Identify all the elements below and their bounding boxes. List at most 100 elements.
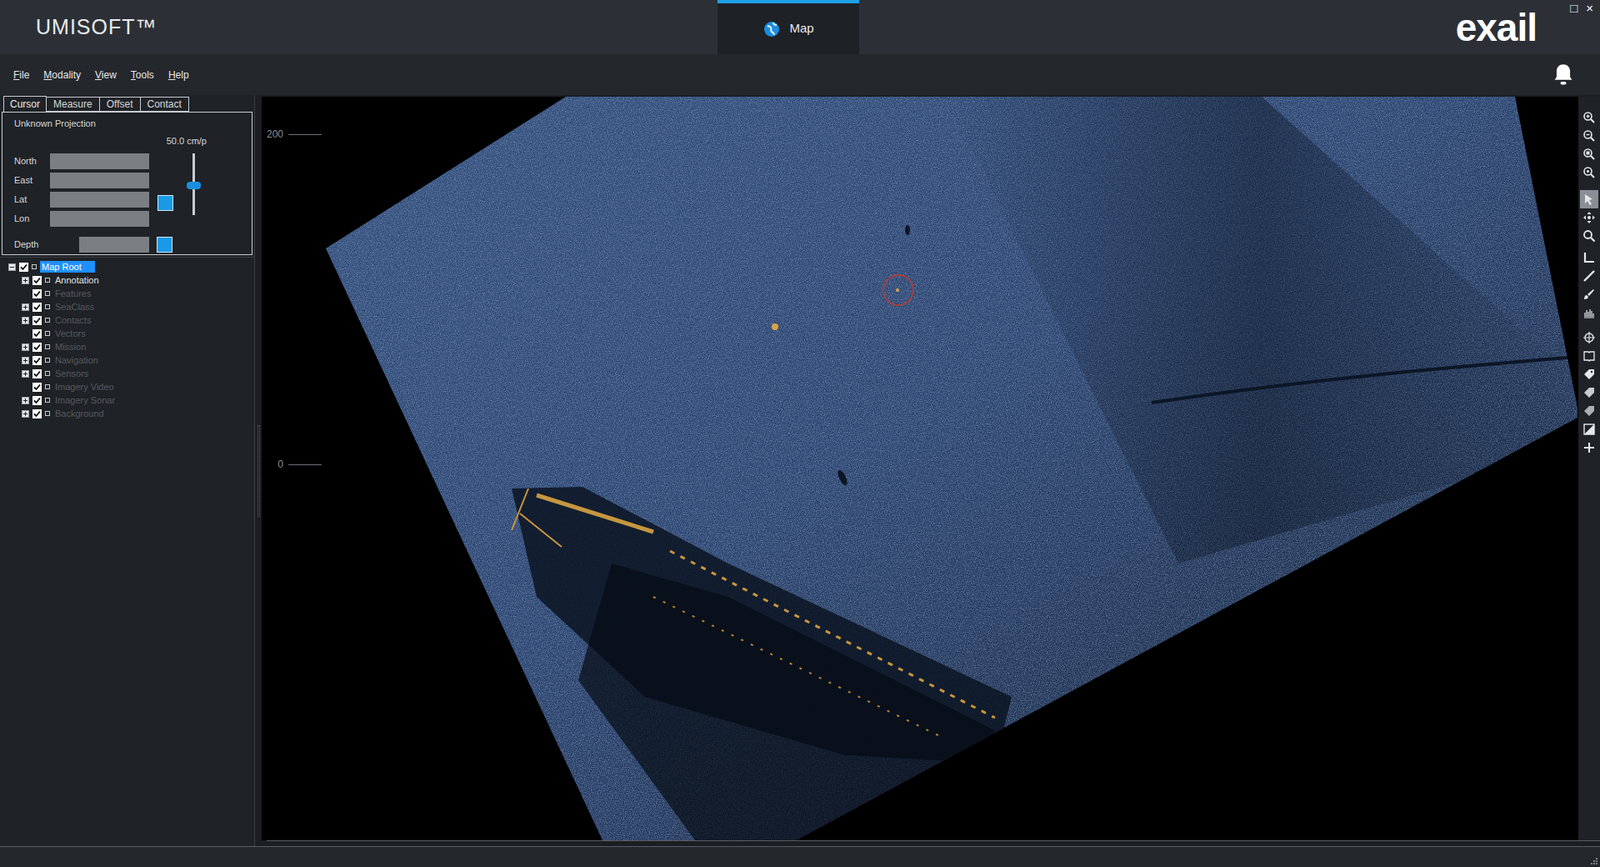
tool-button[interactable]	[1580, 401, 1599, 420]
tool-button[interactable]	[1580, 248, 1599, 267]
latlon-toggle-button[interactable]	[157, 195, 174, 211]
menu-item[interactable]: Help	[168, 67, 190, 83]
panel-tab[interactable]: Offset	[99, 96, 141, 112]
tree-row[interactable]: Mission	[8, 340, 255, 354]
layer-icon	[45, 397, 50, 403]
layer-label[interactable]: Contacts	[53, 314, 93, 326]
tool-button[interactable]	[1580, 438, 1599, 457]
layer-checkbox[interactable]	[32, 409, 42, 419]
tool-button[interactable]	[1580, 145, 1599, 164]
layer-checkbox[interactable]	[32, 302, 42, 312]
menu-item[interactable]: Modality	[43, 67, 81, 83]
tree-row[interactable]: Map Root	[8, 260, 255, 274]
resize-grip-icon[interactable]	[1590, 856, 1599, 865]
app-tab-label: Map	[789, 19, 814, 39]
expand-icon[interactable]	[21, 343, 30, 351]
tool-button[interactable]	[1580, 208, 1599, 227]
expand-icon[interactable]	[21, 316, 30, 325]
layer-checkbox[interactable]	[32, 329, 42, 339]
menu-item[interactable]: View	[95, 67, 117, 83]
expand-icon[interactable]	[21, 303, 30, 311]
layer-checkbox[interactable]	[32, 369, 42, 379]
tool-button[interactable]	[1580, 126, 1599, 145]
tree-row[interactable]: Features	[8, 286, 255, 300]
layer-checkbox[interactable]	[32, 382, 42, 392]
splitter[interactable]	[255, 95, 262, 846]
tool-button[interactable]	[1580, 108, 1599, 127]
menu-item[interactable]: File	[13, 67, 30, 83]
layer-label[interactable]: SeaClass	[53, 300, 96, 313]
tree-row[interactable]: Imagery Video	[8, 380, 255, 394]
tree-row[interactable]: Vectors	[8, 326, 255, 340]
coord-field[interactable]	[50, 172, 150, 189]
layer-checkbox[interactable]	[32, 289, 42, 299]
close-button[interactable]: ×	[1585, 1, 1594, 15]
layer-label[interactable]: Imagery Sonar	[53, 394, 117, 406]
tool-button[interactable]	[1580, 226, 1599, 245]
slider-knob[interactable]	[186, 181, 201, 190]
horizontal-scrollbar[interactable]	[266, 840, 1600, 846]
splitter-handle[interactable]	[257, 425, 260, 517]
histogram-icon	[1582, 305, 1596, 320]
expand-icon[interactable]	[21, 410, 30, 418]
resolution-slider[interactable]	[183, 153, 204, 215]
app-tab[interactable]: Map	[717, 0, 860, 55]
panel-tab[interactable]: Contact	[140, 96, 190, 112]
layer-label[interactable]: Features	[53, 287, 93, 300]
coord-row: Lon	[14, 209, 150, 229]
maximize-button[interactable]: □	[1570, 1, 1578, 15]
tool-button[interactable]	[1580, 420, 1599, 439]
collapse-icon[interactable]	[8, 263, 16, 271]
layer-checkbox[interactable]	[32, 355, 42, 365]
tree-spacer	[21, 290, 30, 298]
layer-checkbox[interactable]	[19, 262, 29, 272]
magnifier-icon	[1582, 229, 1596, 243]
tool-button[interactable]	[1580, 346, 1599, 365]
bell-icon[interactable]	[1551, 62, 1575, 88]
tool-button[interactable]	[1580, 285, 1599, 304]
tree-row[interactable]: SeaClass	[8, 300, 255, 314]
menu-item[interactable]: Tools	[130, 67, 155, 83]
layer-checkbox[interactable]	[32, 342, 42, 352]
layer-label[interactable]: Annotation	[53, 274, 101, 286]
depth-field[interactable]	[79, 236, 150, 253]
tree-row[interactable]: Sensors	[8, 366, 255, 380]
tree-row[interactable]: Imagery Sonar	[8, 393, 255, 407]
expand-icon[interactable]	[21, 276, 30, 285]
layer-label[interactable]: Background	[53, 407, 106, 420]
map-canvas[interactable]: 2000	[261, 96, 1579, 840]
tree-row[interactable]: Background	[8, 406, 255, 420]
tool-button[interactable]	[1580, 303, 1599, 322]
panel-tab[interactable]: Cursor	[3, 95, 47, 112]
tree-row[interactable]: Contacts	[8, 313, 255, 327]
tool-button[interactable]	[1580, 328, 1599, 347]
coord-field[interactable]	[50, 191, 150, 208]
expand-icon[interactable]	[21, 370, 30, 378]
layer-label[interactable]: Vectors	[53, 327, 88, 340]
layer-label[interactable]: Navigation	[53, 354, 100, 366]
pointer-icon	[1582, 192, 1596, 206]
tree-row[interactable]: Annotation	[8, 273, 255, 287]
layer-checkbox[interactable]	[32, 395, 42, 405]
panel-tab[interactable]: Measure	[45, 96, 100, 112]
coord-field[interactable]	[50, 153, 150, 170]
depth-toggle-button[interactable]	[156, 236, 173, 253]
layer-checkbox[interactable]	[32, 315, 42, 325]
tree-row[interactable]: Navigation	[8, 353, 255, 367]
layer-checkbox[interactable]	[32, 275, 42, 285]
layer-icon	[45, 304, 50, 310]
coord-field[interactable]	[50, 210, 150, 227]
window-controls: □×	[1570, 1, 1594, 15]
expand-icon[interactable]	[21, 396, 30, 405]
tool-button[interactable]	[1580, 163, 1599, 182]
expand-icon[interactable]	[21, 356, 30, 365]
layer-label[interactable]: Imagery Video	[53, 380, 116, 393]
tool-button[interactable]	[1580, 383, 1599, 402]
layer-label[interactable]: Mission	[53, 340, 88, 353]
tool-button[interactable]	[1580, 190, 1599, 209]
layer-label[interactable]: Sensors	[53, 367, 90, 380]
tool-button[interactable]	[1580, 266, 1599, 285]
coord-label: North	[14, 154, 50, 169]
layer-label[interactable]: Map Root	[40, 260, 95, 273]
tool-button[interactable]	[1580, 365, 1599, 384]
